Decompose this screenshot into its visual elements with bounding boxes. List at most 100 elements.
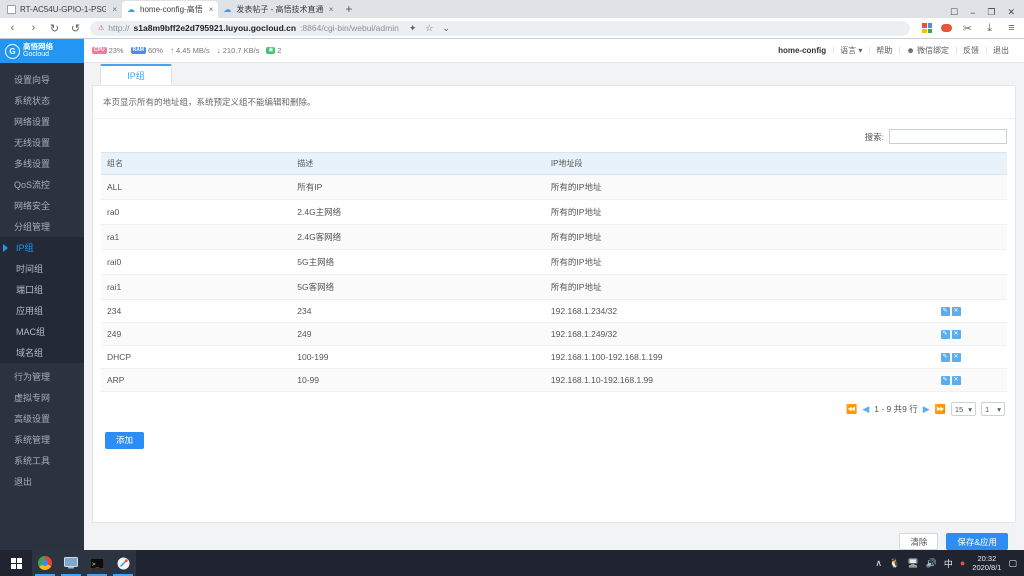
delete-icon[interactable]: ✕ [951,329,961,339]
help-link[interactable]: 帮助 [869,45,899,56]
chevron-down-icon[interactable]: ⌄ [442,23,450,34]
pagination: ⏪ ◀ 1 - 9 共9 行 ▶ ⏩ 15 ▾ 1 ▾ [101,392,1007,424]
clear-button[interactable]: 清除 [899,533,939,550]
taskbar-app-terminal[interactable]: >_ [84,550,110,576]
back-icon[interactable]: ‹ [6,22,19,34]
sidebar-item-port-group[interactable]: 端口组 [0,279,84,300]
notifications-icon[interactable]: ▢ [1008,558,1017,569]
close-window-icon[interactable]: ✕ [1007,7,1015,18]
tab-ip-group[interactable]: IP组 [100,64,172,85]
column-header-description[interactable]: 描述 [291,152,545,175]
history-icon[interactable]: ↺ [69,22,82,35]
wechat-bind-link[interactable]: ☻ 微信绑定 [899,45,956,56]
page-size-select[interactable]: 15 ▾ [950,402,976,416]
table-row[interactable]: DHCP 100-199 192.168.1.100-192.168.1.199… [101,345,1007,369]
delete-icon[interactable]: ✕ [951,352,961,362]
next-page-icon[interactable]: ▶ [923,404,930,415]
address-bar[interactable]: ⚠ http://s1a8m9bff2e2d795921.luyou.goclo… [90,20,910,36]
ime-icon[interactable]: 中 [944,557,953,570]
column-header-group-name[interactable]: 组名 [101,152,292,175]
table-row[interactable]: ARP 10-99 192.168.1.10-192.168.1.99 ✎ ✕ [101,368,1007,392]
brand-logo-area[interactable]: G 高悟网络 Gocloud [0,39,84,63]
forward-icon[interactable]: › [27,22,40,34]
sidebar-item-domain-group[interactable]: 域名组 [0,342,84,363]
logout-link[interactable]: 退出 [986,45,1016,56]
monitor-icon[interactable]: 🖥 [907,558,918,569]
browser-tab-1[interactable]: RT-AC54U-GPIO-1-PSG120 × [2,1,122,18]
edit-icon[interactable]: ✎ [940,306,950,316]
taskbar-app-chrome[interactable] [32,550,58,576]
apps-icon[interactable] [922,23,932,33]
cell-group-name: ra1 [101,224,292,250]
last-page-icon[interactable]: ⏩ [935,404,946,415]
close-icon[interactable]: × [209,5,214,14]
sidebar-item-logout[interactable]: 退出 [0,471,84,492]
sidebar-nav: 设置向导 系统状态 网络设置 无线设置 多线设置 QoS流控 网络安全 分组管理… [0,63,84,492]
sidebar-item-group-management[interactable]: 分组管理 [0,216,84,237]
table-row[interactable]: rai1 5G客网络 所有的IP地址 [101,274,1007,300]
cell-ip-range: 192.168.1.234/32 [544,299,935,323]
close-icon[interactable]: × [112,5,117,14]
tray-chevron-icon[interactable]: ∧ [875,558,882,569]
sidebar-item-ip-group[interactable]: IP组 [0,237,84,258]
favorite-icon[interactable]: ☆ [425,23,433,34]
minimize-icon[interactable]: − [970,8,975,18]
table-row[interactable]: 234 234 192.168.1.234/32 ✎ ✕ [101,299,1007,323]
sidebar-item-system-tools[interactable]: 系统工具 [0,450,84,471]
add-button[interactable]: 添加 [105,431,145,449]
game-icon[interactable] [941,24,952,32]
sidebar-item-network-security[interactable]: 网络安全 [0,195,84,216]
table-row[interactable]: ra0 2.4G主网络 所有的IP地址 [101,199,1007,225]
clip-icon[interactable]: ✂ [961,22,974,35]
app-icon[interactable]: ● [960,558,965,568]
page-number-select[interactable]: 1 ▾ [981,402,1005,416]
cell-description: 249 [291,322,545,346]
close-icon[interactable]: × [329,5,334,14]
edit-icon[interactable]: ✎ [940,375,950,385]
sidebar-item-wireless-settings[interactable]: 无线设置 [0,132,84,153]
sidebar-item-setup-wizard[interactable]: 设置向导 [0,69,84,90]
sidebar-item-vpn[interactable]: 虚拟专网 [0,387,84,408]
prev-page-icon[interactable]: ◀ [862,404,869,415]
search-input[interactable] [889,129,1007,144]
sidebar-item-system-status[interactable]: 系统状态 [0,90,84,111]
account-name[interactable]: home-config [771,46,833,55]
sidebar-item-time-group[interactable]: 时间组 [0,258,84,279]
column-header-ip-range[interactable]: IP地址段 [544,152,935,175]
menu-icon[interactable]: ≡ [1005,22,1018,34]
split-screen-icon[interactable]: ✦ [409,23,417,34]
start-button[interactable] [0,557,32,569]
edit-icon[interactable]: ✎ [940,352,950,362]
sidebar-item-system-management[interactable]: 系统管理 [0,429,84,450]
language-menu[interactable]: 语言 ▾ [833,45,869,56]
taskbar-app-tool[interactable] [110,550,136,576]
taskbar-app-remote-desktop[interactable] [58,550,84,576]
new-tab-button[interactable]: + [338,1,359,18]
feedback-link[interactable]: 反馈 [956,45,986,56]
save-apply-button[interactable]: 保存&应用 [946,533,1008,550]
taskbar-clock[interactable]: 20:32 2020/8/1 [972,554,1001,573]
sidebar-item-behavior-management[interactable]: 行为管理 [0,366,84,387]
restore-icon[interactable]: ☐ [950,7,958,18]
volume-icon[interactable]: 🔊 [926,558,937,569]
sidebar-item-qos[interactable]: QoS流控 [0,174,84,195]
edit-icon[interactable]: ✎ [940,329,950,339]
maximize-icon[interactable]: ❐ [987,7,995,18]
sidebar-item-mac-group[interactable]: MAC组 [0,321,84,342]
penguin-icon[interactable]: 🐧 [889,558,900,569]
sidebar-item-multiline-settings[interactable]: 多线设置 [0,153,84,174]
sidebar-item-app-group[interactable]: 应用组 [0,300,84,321]
delete-icon[interactable]: ✕ [951,375,961,385]
first-page-icon[interactable]: ⏪ [846,404,857,415]
table-row[interactable]: ALL 所有IP 所有的IP地址 [101,174,1007,200]
download-icon[interactable]: ⤓ [983,22,996,35]
table-row[interactable]: rai0 5G主网络 所有的IP地址 [101,249,1007,275]
table-row[interactable]: 249 249 192.168.1.249/32 ✎ ✕ [101,322,1007,346]
sidebar-item-advanced-settings[interactable]: 高级设置 [0,408,84,429]
delete-icon[interactable]: ✕ [951,306,961,316]
browser-tab-2[interactable]: ☁ home-config-高悟 × [122,1,219,18]
browser-tab-3[interactable]: ☁ 发表帖子 - 高悟技术直通车 - × [218,1,339,18]
table-row[interactable]: ra1 2.4G客网络 所有的IP地址 [101,224,1007,250]
reload-icon[interactable]: ↻ [48,22,61,35]
sidebar-item-network-settings[interactable]: 网络设置 [0,111,84,132]
